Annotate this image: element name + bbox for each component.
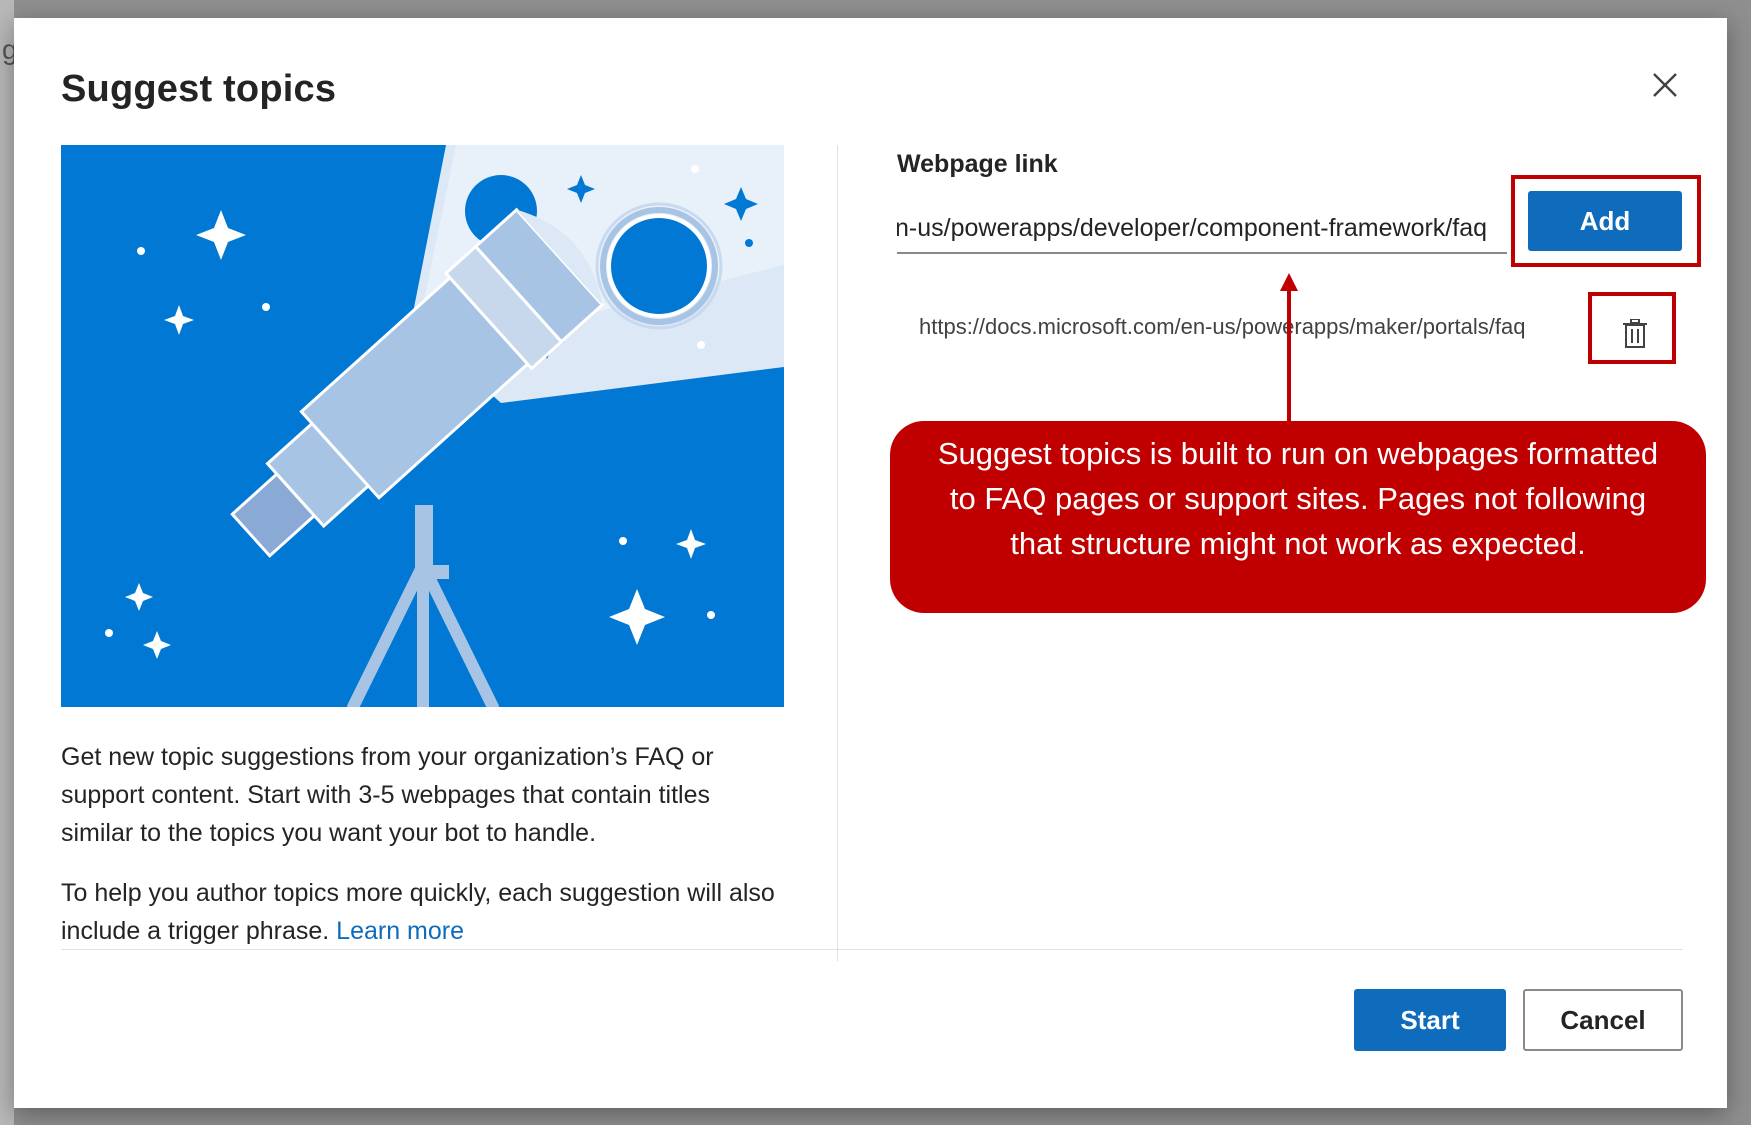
dialog-title: Suggest topics (61, 68, 337, 110)
tripod-mount (415, 505, 433, 575)
add-button-highlight (1511, 175, 1701, 267)
footer-divider (61, 949, 1683, 950)
learn-more-link[interactable]: Learn more (336, 917, 464, 945)
description-paragraph-2: To help you author topics more quickly, … (61, 874, 784, 950)
telescope-illustration (61, 145, 784, 707)
column-divider (837, 145, 838, 961)
star-6 (143, 631, 171, 659)
webpage-link-label: Webpage link (897, 150, 1058, 178)
suggest-topics-dialog: Suggest topics Get new topic suggestions… (14, 18, 1727, 1108)
description: Get new topic suggestions from your orga… (61, 738, 784, 950)
start-button[interactable]: Start (1354, 989, 1506, 1051)
added-link-url: https://docs.microsoft.com/en-us/powerap… (919, 314, 1526, 339)
dot-beam-2 (691, 165, 699, 173)
dot-5 (105, 629, 113, 637)
close-icon (1653, 73, 1677, 97)
annotation-callout: Suggest topics is built to run on webpag… (890, 421, 1706, 613)
dot-4 (707, 611, 715, 619)
tripod (347, 559, 499, 707)
star-5 (125, 583, 153, 611)
moon (607, 214, 711, 318)
star-3 (676, 529, 706, 559)
background-app-edge: g (0, 0, 18, 1125)
cancel-button[interactable]: Cancel (1523, 989, 1683, 1051)
close-button[interactable] (1642, 62, 1688, 108)
dot-3 (619, 537, 627, 545)
dot-beam-4 (697, 341, 705, 349)
telescope-illustration-art (105, 145, 784, 707)
dot-beam-3 (745, 239, 753, 247)
star-1 (196, 210, 246, 260)
star-4 (609, 589, 665, 645)
dot-1 (137, 247, 145, 255)
webpage-link-input[interactable] (897, 204, 1507, 254)
description-paragraph-1: Get new topic suggestions from your orga… (61, 743, 714, 847)
tripod-knob (433, 565, 449, 579)
star-2 (164, 305, 194, 335)
delete-button-highlight (1588, 292, 1676, 364)
dot-2 (262, 303, 270, 311)
annotation-arrow (1280, 273, 1298, 423)
